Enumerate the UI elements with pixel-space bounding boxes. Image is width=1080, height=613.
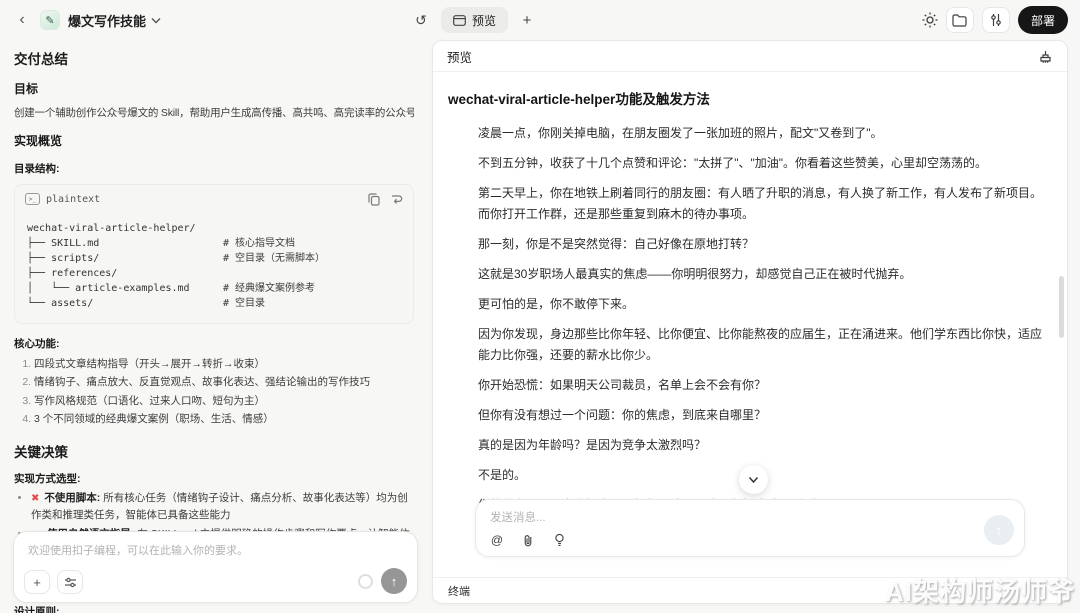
code-line: wechat-viral-article-helper/ (27, 221, 401, 236)
project-title-menu[interactable]: 爆文写作技能 (68, 11, 161, 30)
tab-preview[interactable]: 预览 (441, 7, 508, 33)
feature-item: 情绪钩子、痛点放大、反直觉观点、故事化表达、强结论输出的写作技巧 (34, 373, 414, 391)
impl-item: ✖ 不使用脚本: 所有核心任务（情绪钩子设计、痛点分析、故事化表达等）均为创作类… (31, 490, 414, 524)
wrap-icon[interactable] (390, 193, 403, 205)
browser-icon (453, 15, 466, 26)
composer-tools-button[interactable] (57, 570, 83, 594)
preview-panel-title: 预览 (447, 47, 472, 66)
theme-toggle-button[interactable] (922, 12, 938, 28)
project-title: 爆文写作技能 (68, 11, 146, 30)
history-icon: ↺ (415, 12, 427, 29)
new-tab-button[interactable]: + (517, 9, 537, 31)
lightbulb-icon (554, 533, 565, 547)
code-block: >_ plaintext wechat-viral-article-helper… (14, 184, 414, 324)
feature-item: 写作风格规范（口语化、过来人口吻、短句为主） (34, 392, 414, 410)
arrow-up-icon: ↑ (391, 574, 398, 589)
code-line: ├── scripts/# 空目录（无需脚本） (27, 251, 401, 266)
summary-title: 交付总结 (14, 48, 414, 68)
impl-heading: 实现方式选型: (14, 471, 414, 486)
attach-button[interactable] (519, 531, 537, 549)
article-paragraph: 那一刻，你是不是突然觉得：自己好像在原地打转？ (478, 234, 1043, 255)
article-paragraph: 但你有没有想过一个问题：你的焦虑，到底来自哪里？ (478, 405, 1043, 426)
principles-heading: 设计原则: (14, 604, 414, 613)
article-paragraph: 更可怕的是，你不敢停下来。 (478, 294, 1043, 315)
history-button[interactable]: ↺ (410, 9, 432, 31)
decisions-title: 关键决策 (14, 441, 414, 461)
overview-heading: 实现概览 (14, 132, 414, 149)
code-line: ├── references/ (27, 266, 401, 281)
plus-icon: + (33, 575, 41, 590)
add-attachment-button[interactable]: + (24, 570, 50, 594)
article-title: wechat-viral-article-helper功能及触发方法 (448, 88, 1043, 108)
topbar: ‹ ✎ 爆文写作技能 ↺ 预览 + 部署 (0, 0, 1080, 40)
topbar-left: ‹ ✎ 爆文写作技能 (12, 0, 161, 40)
dir-structure-label: 目录结构: (14, 161, 414, 176)
chevron-down-icon (151, 17, 161, 24)
mention-icon: @ (491, 533, 503, 547)
send-button[interactable]: ↑ (984, 515, 1014, 545)
feature-item: 3 个不同领域的经典爆文案例（职场、生活、情感） (34, 410, 414, 428)
code-line: │ └── article-examples.md# 经典爆文案例参考 (27, 281, 401, 296)
folder-icon (952, 14, 967, 27)
skill-icon: ✎ (40, 10, 60, 30)
article-paragraph: 不到五分钟，收获了十几个点赞和评论："太拼了"、"加油"。你看着这些赞美，心里却… (478, 153, 1043, 174)
summary-panel: 交付总结 目标 创建一个辅助创作公众号爆文的 Skill，帮助用户生成高传播、高… (0, 40, 428, 613)
features-heading: 核心功能: (14, 336, 414, 351)
scroll-to-bottom-button[interactable] (739, 465, 768, 494)
plus-icon: + (523, 12, 532, 29)
preview-panel: 预览 wechat-viral-article-helper功能及触发方法 凌晨… (432, 40, 1068, 604)
sun-icon (922, 12, 938, 28)
topbar-tabs: ↺ 预览 + (410, 0, 537, 40)
copy-icon[interactable] (368, 193, 380, 206)
goal-text: 创建一个辅助创作公众号爆文的 Skill，帮助用户生成高传播、高共鸣、高完读率的… (14, 105, 414, 120)
article-content: wechat-viral-article-helper功能及触发方法 凌晨一点，… (433, 72, 1059, 503)
preview-composer: 发送消息... @ ↑ (475, 499, 1025, 557)
settings-button[interactable] (982, 7, 1010, 33)
message-input[interactable]: 发送消息... (490, 509, 546, 525)
terminal-bar[interactable]: 终端 (433, 577, 1067, 603)
code-block-header: >_ plaintext (15, 185, 413, 213)
left-message-input[interactable]: 欢迎使用扣子编程，可以在此输入你的要求。 (28, 542, 248, 558)
article-paragraph: 真的是因为年龄吗？是因为竞争太激烈吗？ (478, 435, 1043, 456)
code-line: └── assets/# 空目录 (27, 296, 401, 311)
paperclip-icon (522, 534, 534, 547)
article-paragraph: 这就是30岁职场人最真实的焦虑——你明明很努力，却感觉自己正在被时代抛弃。 (478, 264, 1043, 285)
mention-button[interactable]: @ (488, 531, 506, 549)
article-paragraph: 凌晨一点，你刚关掉电脑，在朋友圈发了一张加班的照片，配文"又卷到了"。 (478, 123, 1043, 144)
terminal-label: 终端 (448, 583, 470, 599)
send-button[interactable]: ↑ (381, 568, 407, 594)
brush-icon[interactable] (1038, 49, 1053, 64)
back-button[interactable]: ‹ (12, 8, 32, 32)
arrow-up-icon: ↑ (996, 522, 1003, 538)
scrollbar-thumb[interactable] (1059, 276, 1064, 338)
chevron-down-icon (748, 476, 759, 484)
sliders-icon (64, 577, 77, 588)
back-icon: ‹ (19, 11, 24, 29)
x-icon: ✖ (31, 493, 39, 504)
tab-preview-label: 预览 (472, 12, 496, 29)
feature-item: 四段式文章结构指导（开头→展开→转折→收束） (34, 355, 414, 373)
deploy-button[interactable]: 部署 (1018, 6, 1068, 34)
article-paragraph: 因为你发现，身边那些比你年轻、比你便宜、比你能熬夜的应届生，正在涌进来。他们学东… (478, 324, 1043, 366)
code-line: ├── SKILL.md# 核心指导文档 (27, 236, 401, 251)
article-paragraph: 第二天早上，你在地铁上刷着同行的朋友圈：有人晒了升职的消息，有人换了新工作，有人… (478, 183, 1043, 225)
usage-ring (358, 574, 373, 589)
left-composer: 欢迎使用扣子编程，可以在此输入你的要求。 + ↑ (13, 531, 418, 603)
code-language-label: plaintext (46, 194, 100, 205)
terminal-icon: >_ (25, 193, 40, 205)
goal-heading: 目标 (14, 80, 414, 97)
pencil-icon: ✎ (45, 14, 54, 27)
article-paragraph: 你开始恐慌：如果明天公司裁员，名单上会不会有你？ (478, 375, 1043, 396)
sliders-icon (989, 13, 1003, 27)
idea-button[interactable] (550, 531, 568, 549)
code-block-body: wechat-viral-article-helper/ ├── SKILL.m… (15, 213, 413, 323)
files-button[interactable] (946, 7, 974, 33)
topbar-actions: 部署 (922, 0, 1068, 40)
features-list: 四段式文章结构指导（开头→展开→转折→收束） 情绪钩子、痛点放大、反直觉观点、故… (14, 355, 414, 429)
preview-header: 预览 (433, 41, 1067, 72)
